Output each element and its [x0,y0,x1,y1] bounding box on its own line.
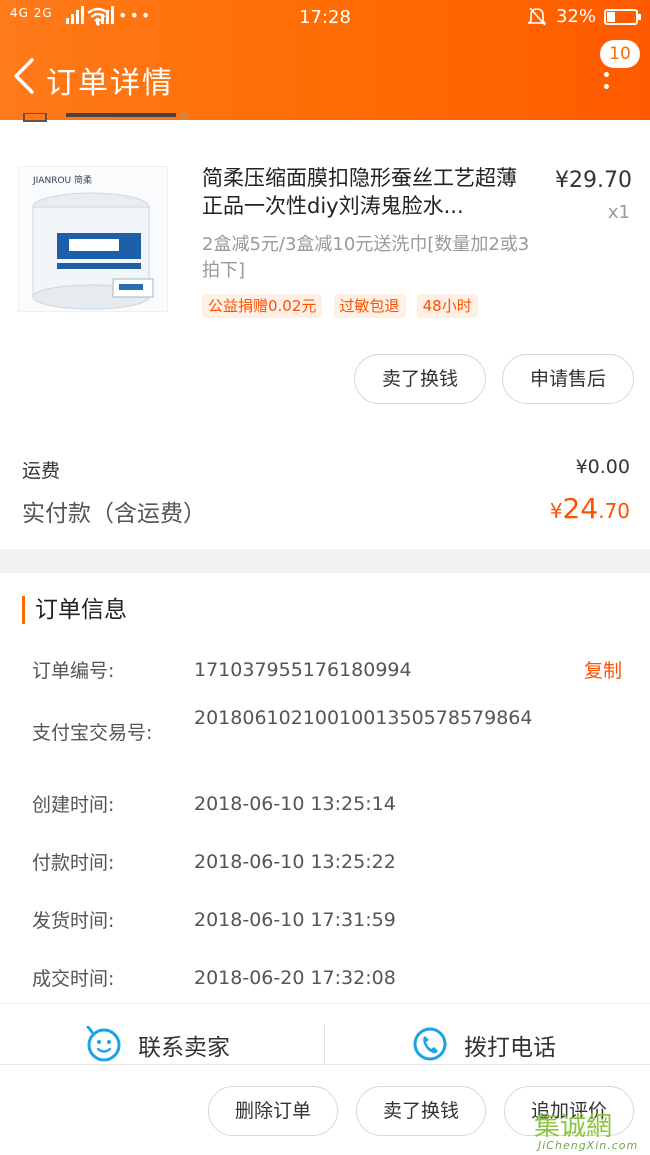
watermark-cn: 集诚網 [534,1112,613,1142]
alipay-trade-label: 支付宝交易号: [32,722,153,744]
shipping-fee-value: ¥0.00 [575,456,630,478]
bell-muted-icon [527,6,547,26]
message-count-badge: 10 [600,40,640,68]
completed-time-label: 成交时间: [32,968,115,990]
payment-integer: 24 [562,492,599,525]
contact-divider [324,1024,325,1066]
service-tag: 过敏包退 [333,294,406,318]
partial-shop-row [22,112,222,126]
call-phone-button[interactable]: 拨打电话 [464,1028,556,1062]
order-number-label: 订单编号: [32,660,115,682]
contact-seller-button[interactable]: 联系卖家 [138,1028,230,1062]
back-button[interactable] [8,56,44,96]
page-title: 订单详情 [46,66,174,101]
service-tags: 公益捐赠0.02元 过敏包退 48小时 [202,294,484,318]
sell-for-cash-bottom-button[interactable]: 卖了换钱 [356,1086,486,1136]
copy-order-number-button[interactable]: 复制 [584,656,622,683]
battery-percent: 32% [556,6,597,27]
contact-bar: 联系卖家 拨打电话 [0,1003,650,1066]
chevron-left-icon [14,58,34,94]
more-dots-icon-part [604,84,609,89]
created-time-label: 创建时间: [32,794,115,816]
delete-order-button[interactable]: 删除订单 [208,1086,338,1136]
request-after-sale-button[interactable]: 申请售后 [502,354,634,404]
actual-payment-value: ¥24.70 [550,492,630,525]
more-dots-icon [604,72,609,77]
product-price: ¥29.70 [555,168,632,193]
service-tag: 48小时 [416,294,478,318]
sell-for-cash-button[interactable]: 卖了换钱 [354,354,486,404]
service-tag: 公益捐赠0.02元 [202,294,323,318]
product-title[interactable]: 简柔压缩面膜扣隐形蚕丝工艺超薄正品一次性diy刘涛鬼脸水... [202,164,532,220]
mask-jar-image [32,192,154,310]
shipped-time-value: 2018-06-10 17:31:59 [194,909,396,931]
shipping-fee-label: 运费 [22,460,61,482]
app-header: 4G 2G ••• 17:28 32% 订单详情 10 [0,0,650,120]
alipay-trade-value: 2018061021001001350578579864 [194,707,533,729]
actual-payment-label: 实付款（含运费） [22,501,206,527]
order-info-title: 订单信息 [22,596,127,624]
product-sku: 2盒减5元/3盒减10元送洗巾[数量加2或3拍下] [202,234,530,281]
payment-time-label: 付款时间: [32,852,115,874]
payment-decimal: .70 [598,499,630,523]
chat-smile-icon[interactable] [86,1025,122,1062]
product-quantity: x1 [607,202,630,223]
site-watermark: 集诚網 JiChengXin.com [534,1106,650,1155]
status-bar: 4G 2G ••• 17:28 32% [0,0,650,36]
shipping-fee-row: 运费 ¥0.00 [22,456,630,483]
product-image[interactable]: JIANROU 简柔 [18,166,168,312]
completed-time-value: 2018-06-20 17:32:08 [194,967,396,989]
product-card[interactable]: JIANROU 简柔 简柔压缩面膜扣隐形蚕丝工艺超薄正品一次性diy刘涛鬼脸水.… [0,126,650,426]
battery-icon [604,9,641,25]
section-divider [0,549,650,573]
payment-time-value: 2018-06-10 13:25:22 [194,851,396,873]
phone-icon[interactable] [412,1026,448,1062]
actual-payment-row: 实付款（含运费） ¥24.70 [22,492,630,528]
shipped-time-label: 发货时间: [32,910,115,932]
more-menu-button[interactable]: 10 [596,40,642,96]
watermark-en: JiChengXin.com [538,1139,639,1152]
currency-symbol: ¥ [549,499,563,523]
clock: 17:28 [299,7,351,28]
product-brand: JIANROU 简柔 [33,176,92,186]
created-time-value: 2018-06-10 13:25:14 [194,793,396,815]
order-number-value: 171037955176180994 [194,659,412,681]
